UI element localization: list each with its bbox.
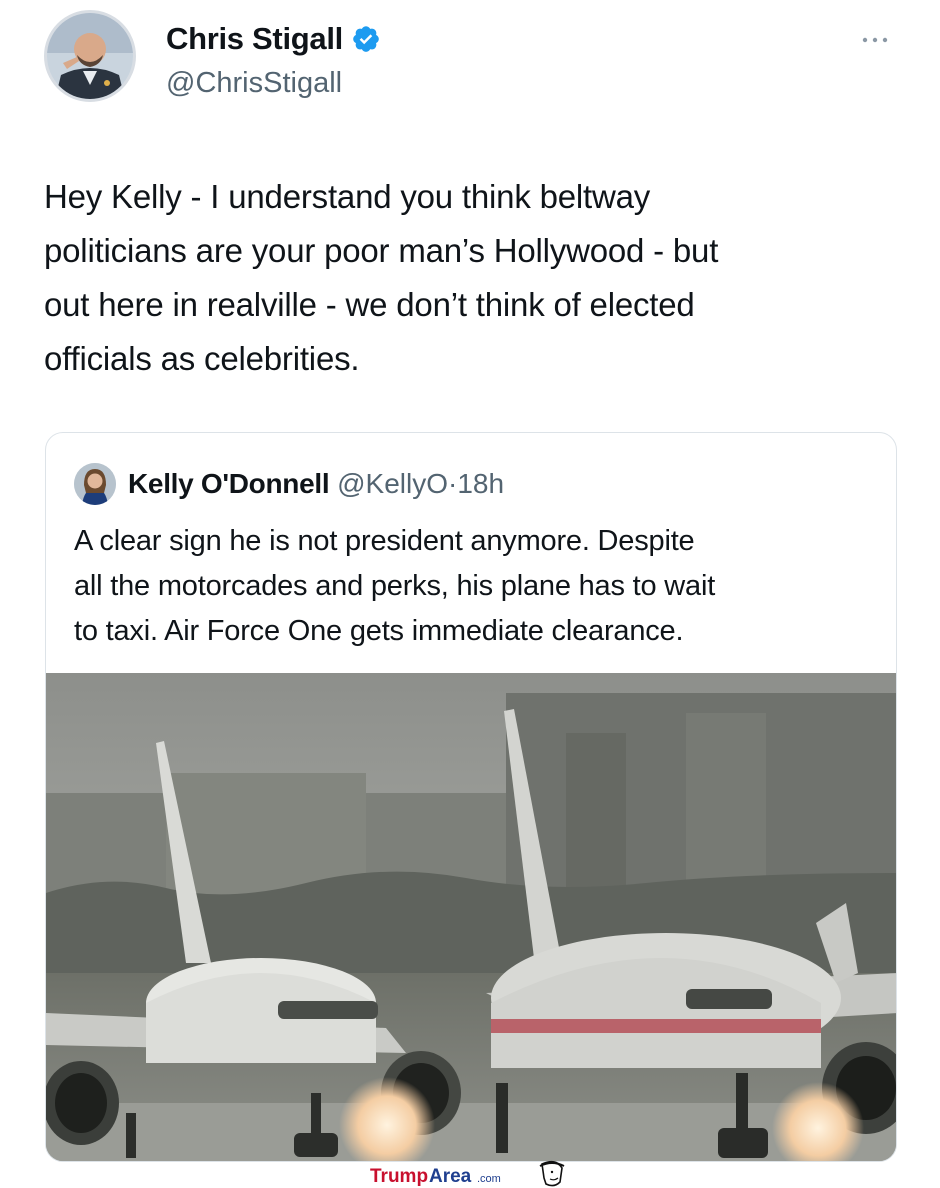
quoted-author-avatar[interactable] — [74, 463, 116, 505]
tweet-text: Hey Kelly - I understand you think beltw… — [44, 178, 719, 377]
watermark-com-text: .com — [477, 1173, 501, 1185]
quoted-author-handle[interactable]: @KellyO — [337, 468, 448, 499]
author-handle[interactable]: @ChrisStigall — [166, 66, 342, 100]
quoted-author-name[interactable]: Kelly O'Donnell — [128, 468, 330, 499]
verified-badge-icon — [353, 26, 379, 52]
watermark-trump-text: Trump — [370, 1166, 428, 1187]
quoted-tweet-text: A clear sign he is not president anymore… — [74, 525, 716, 647]
author-avatar[interactable] — [44, 10, 136, 102]
more-dots-icon[interactable] — [858, 30, 892, 50]
author-display-name-row[interactable]: Chris Stigall — [166, 20, 381, 58]
quoted-separator: · — [448, 468, 458, 499]
watermark-face-icon — [539, 1160, 565, 1187]
quoted-tweet-card[interactable]: Kelly O'Donnell @KellyO·18h A clear sign… — [45, 432, 897, 1162]
site-watermark: Trump Area .com — [370, 1160, 590, 1188]
quoted-tweet-header: Kelly O'Donnell @KellyO·18h — [128, 465, 504, 503]
quoted-timestamp[interactable]: 18h — [457, 468, 504, 499]
author-display-name[interactable]: Chris Stigall — [166, 20, 343, 58]
watermark-area-text: Area — [429, 1166, 472, 1187]
quoted-tweet-photo[interactable] — [46, 673, 896, 1161]
